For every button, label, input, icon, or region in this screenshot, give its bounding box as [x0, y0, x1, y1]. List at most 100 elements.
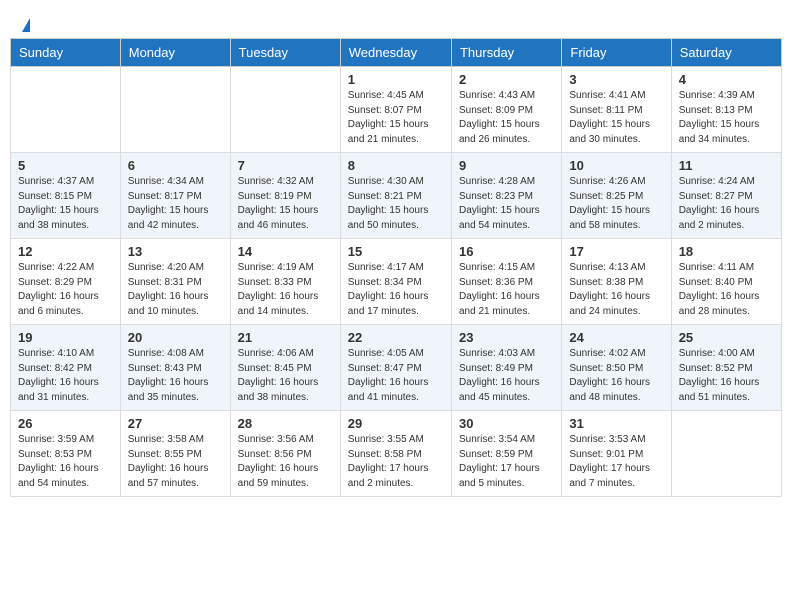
day-number: 30 — [459, 416, 554, 431]
calendar-cell: 16 Sunrise: 4:15 AMSunset: 8:36 PMDayligh… — [451, 239, 561, 325]
calendar-cell: 30 Sunrise: 3:54 AMSunset: 8:59 PMDayligh… — [451, 411, 561, 497]
day-info: Sunrise: 3:53 AMSunset: 9:01 PMDaylight:… — [569, 433, 663, 491]
day-number: 6 — [128, 158, 223, 173]
day-number: 18 — [679, 244, 774, 259]
logo — [20, 18, 30, 32]
weekday-header-tuesday: Tuesday — [230, 39, 340, 67]
header — [10, 10, 782, 38]
calendar-cell: 12 Sunrise: 4:22 AMSunset: 8:29 PMDayligh… — [11, 239, 121, 325]
day-number: 31 — [569, 416, 663, 431]
calendar-cell: 10 Sunrise: 4:26 AMSunset: 8:25 PMDayligh… — [562, 153, 671, 239]
day-info: Sunrise: 4:19 AMSunset: 8:33 PMDaylight:… — [238, 261, 333, 319]
calendar-cell: 18 Sunrise: 4:11 AMSunset: 8:40 PMDayligh… — [671, 239, 781, 325]
day-info: Sunrise: 4:34 AMSunset: 8:17 PMDaylight:… — [128, 175, 223, 233]
day-number: 15 — [348, 244, 444, 259]
day-info: Sunrise: 4:39 AMSunset: 8:13 PMDaylight:… — [679, 89, 774, 147]
calendar-week-row: 26 Sunrise: 3:59 AMSunset: 8:53 PMDayligh… — [11, 411, 782, 497]
day-number: 25 — [679, 330, 774, 345]
calendar-cell: 2Sunrise: 4:43 AMSunset: 8:09 PMDaylight… — [451, 67, 561, 153]
calendar-cell: 14 Sunrise: 4:19 AMSunset: 8:33 PMDayligh… — [230, 239, 340, 325]
calendar-cell: 31 Sunrise: 3:53 AMSunset: 9:01 PMDayligh… — [562, 411, 671, 497]
calendar-cell: 3 Sunrise: 4:41 AMSunset: 8:11 PMDaylight… — [562, 67, 671, 153]
calendar-cell: 6 Sunrise: 4:34 AMSunset: 8:17 PMDaylight… — [120, 153, 230, 239]
day-number: 8 — [348, 158, 444, 173]
calendar-cell: 23Sunrise: 4:03 AMSunset: 8:49 PMDayligh… — [451, 325, 561, 411]
calendar-cell: 9 Sunrise: 4:28 AMSunset: 8:23 PMDaylight… — [451, 153, 561, 239]
calendar-week-row: 5 Sunrise: 4:37 AMSunset: 8:15 PMDaylight… — [11, 153, 782, 239]
weekday-header-sunday: Sunday — [11, 39, 121, 67]
day-info: Sunrise: 3:54 AMSunset: 8:59 PMDaylight:… — [459, 433, 554, 491]
day-info: Sunrise: 4:20 AMSunset: 8:31 PMDaylight:… — [128, 261, 223, 319]
calendar-cell: 5 Sunrise: 4:37 AMSunset: 8:15 PMDaylight… — [11, 153, 121, 239]
day-number: 14 — [238, 244, 333, 259]
calendar-cell: 1Sunrise: 4:45 AMSunset: 8:07 PMDaylight… — [340, 67, 451, 153]
day-number: 22 — [348, 330, 444, 345]
calendar-cell — [120, 67, 230, 153]
day-info: Sunrise: 4:22 AMSunset: 8:29 PMDaylight:… — [18, 261, 113, 319]
calendar-cell: 29 Sunrise: 3:55 AMSunset: 8:58 PMDayligh… — [340, 411, 451, 497]
day-info: Sunrise: 4:37 AMSunset: 8:15 PMDaylight:… — [18, 175, 113, 233]
calendar-cell: 20 Sunrise: 4:08 AMSunset: 8:43 PMDayligh… — [120, 325, 230, 411]
day-number: 28 — [238, 416, 333, 431]
day-number: 7 — [238, 158, 333, 173]
day-number: 13 — [128, 244, 223, 259]
day-number: 29 — [348, 416, 444, 431]
calendar-cell: 19 Sunrise: 4:10 AMSunset: 8:42 PMDayligh… — [11, 325, 121, 411]
day-info: Sunrise: 4:43 AMSunset: 8:09 PMDaylight:… — [459, 89, 554, 147]
day-info: Sunrise: 4:11 AMSunset: 8:40 PMDaylight:… — [679, 261, 774, 319]
day-number: 3 — [569, 72, 663, 87]
calendar-cell — [230, 67, 340, 153]
day-info: Sunrise: 4:26 AMSunset: 8:25 PMDaylight:… — [569, 175, 663, 233]
day-info: Sunrise: 4:13 AMSunset: 8:38 PMDaylight:… — [569, 261, 663, 319]
calendar-cell: 28 Sunrise: 3:56 AMSunset: 8:56 PMDayligh… — [230, 411, 340, 497]
calendar-cell: 25 Sunrise: 4:00 AMSunset: 8:52 PMDayligh… — [671, 325, 781, 411]
calendar-cell — [671, 411, 781, 497]
day-info: Sunrise: 4:15 AMSunset: 8:36 PMDaylight:… — [459, 261, 554, 319]
calendar-cell: 7 Sunrise: 4:32 AMSunset: 8:19 PMDaylight… — [230, 153, 340, 239]
day-info: Sunrise: 4:00 AMSunset: 8:52 PMDaylight:… — [679, 347, 774, 405]
day-number: 24 — [569, 330, 663, 345]
day-info: Sunrise: 4:24 AMSunset: 8:27 PMDaylight:… — [679, 175, 774, 233]
weekday-header-saturday: Saturday — [671, 39, 781, 67]
day-info: Sunrise: 3:59 AMSunset: 8:53 PMDaylight:… — [18, 433, 113, 491]
calendar-cell: 24Sunrise: 4:02 AMSunset: 8:50 PMDayligh… — [562, 325, 671, 411]
day-number: 20 — [128, 330, 223, 345]
day-number: 19 — [18, 330, 113, 345]
day-info: Sunrise: 3:58 AMSunset: 8:55 PMDaylight:… — [128, 433, 223, 491]
calendar-week-row: 1Sunrise: 4:45 AMSunset: 8:07 PMDaylight… — [11, 67, 782, 153]
weekday-header-thursday: Thursday — [451, 39, 561, 67]
day-info: Sunrise: 4:41 AMSunset: 8:11 PMDaylight:… — [569, 89, 663, 147]
day-number: 21 — [238, 330, 333, 345]
weekday-header-row: SundayMondayTuesdayWednesdayThursdayFrid… — [11, 39, 782, 67]
day-info: Sunrise: 4:17 AMSunset: 8:34 PMDaylight:… — [348, 261, 444, 319]
calendar-cell: 13 Sunrise: 4:20 AMSunset: 8:31 PMDayligh… — [120, 239, 230, 325]
day-number: 9 — [459, 158, 554, 173]
day-number: 26 — [18, 416, 113, 431]
calendar-week-row: 19 Sunrise: 4:10 AMSunset: 8:42 PMDayligh… — [11, 325, 782, 411]
day-number: 4 — [679, 72, 774, 87]
weekday-header-monday: Monday — [120, 39, 230, 67]
calendar-cell: 27 Sunrise: 3:58 AMSunset: 8:55 PMDayligh… — [120, 411, 230, 497]
day-info: Sunrise: 3:55 AMSunset: 8:58 PMDaylight:… — [348, 433, 444, 491]
day-number: 16 — [459, 244, 554, 259]
day-info: Sunrise: 4:28 AMSunset: 8:23 PMDaylight:… — [459, 175, 554, 233]
calendar-cell: 11 Sunrise: 4:24 AMSunset: 8:27 PMDayligh… — [671, 153, 781, 239]
weekday-header-friday: Friday — [562, 39, 671, 67]
day-info: Sunrise: 4:10 AMSunset: 8:42 PMDaylight:… — [18, 347, 113, 405]
day-number: 23 — [459, 330, 554, 345]
day-number: 17 — [569, 244, 663, 259]
calendar-cell: 15 Sunrise: 4:17 AMSunset: 8:34 PMDayligh… — [340, 239, 451, 325]
day-number: 11 — [679, 158, 774, 173]
day-number: 10 — [569, 158, 663, 173]
calendar-cell: 17 Sunrise: 4:13 AMSunset: 8:38 PMDayligh… — [562, 239, 671, 325]
day-number: 12 — [18, 244, 113, 259]
logo-triangle-icon — [22, 18, 30, 32]
day-info: Sunrise: 4:32 AMSunset: 8:19 PMDaylight:… — [238, 175, 333, 233]
calendar-cell: 22Sunrise: 4:05 AMSunset: 8:47 PMDayligh… — [340, 325, 451, 411]
calendar-table: SundayMondayTuesdayWednesdayThursdayFrid… — [10, 38, 782, 497]
day-number: 5 — [18, 158, 113, 173]
day-info: Sunrise: 3:56 AMSunset: 8:56 PMDaylight:… — [238, 433, 333, 491]
day-info: Sunrise: 4:08 AMSunset: 8:43 PMDaylight:… — [128, 347, 223, 405]
day-number: 27 — [128, 416, 223, 431]
calendar-cell — [11, 67, 121, 153]
